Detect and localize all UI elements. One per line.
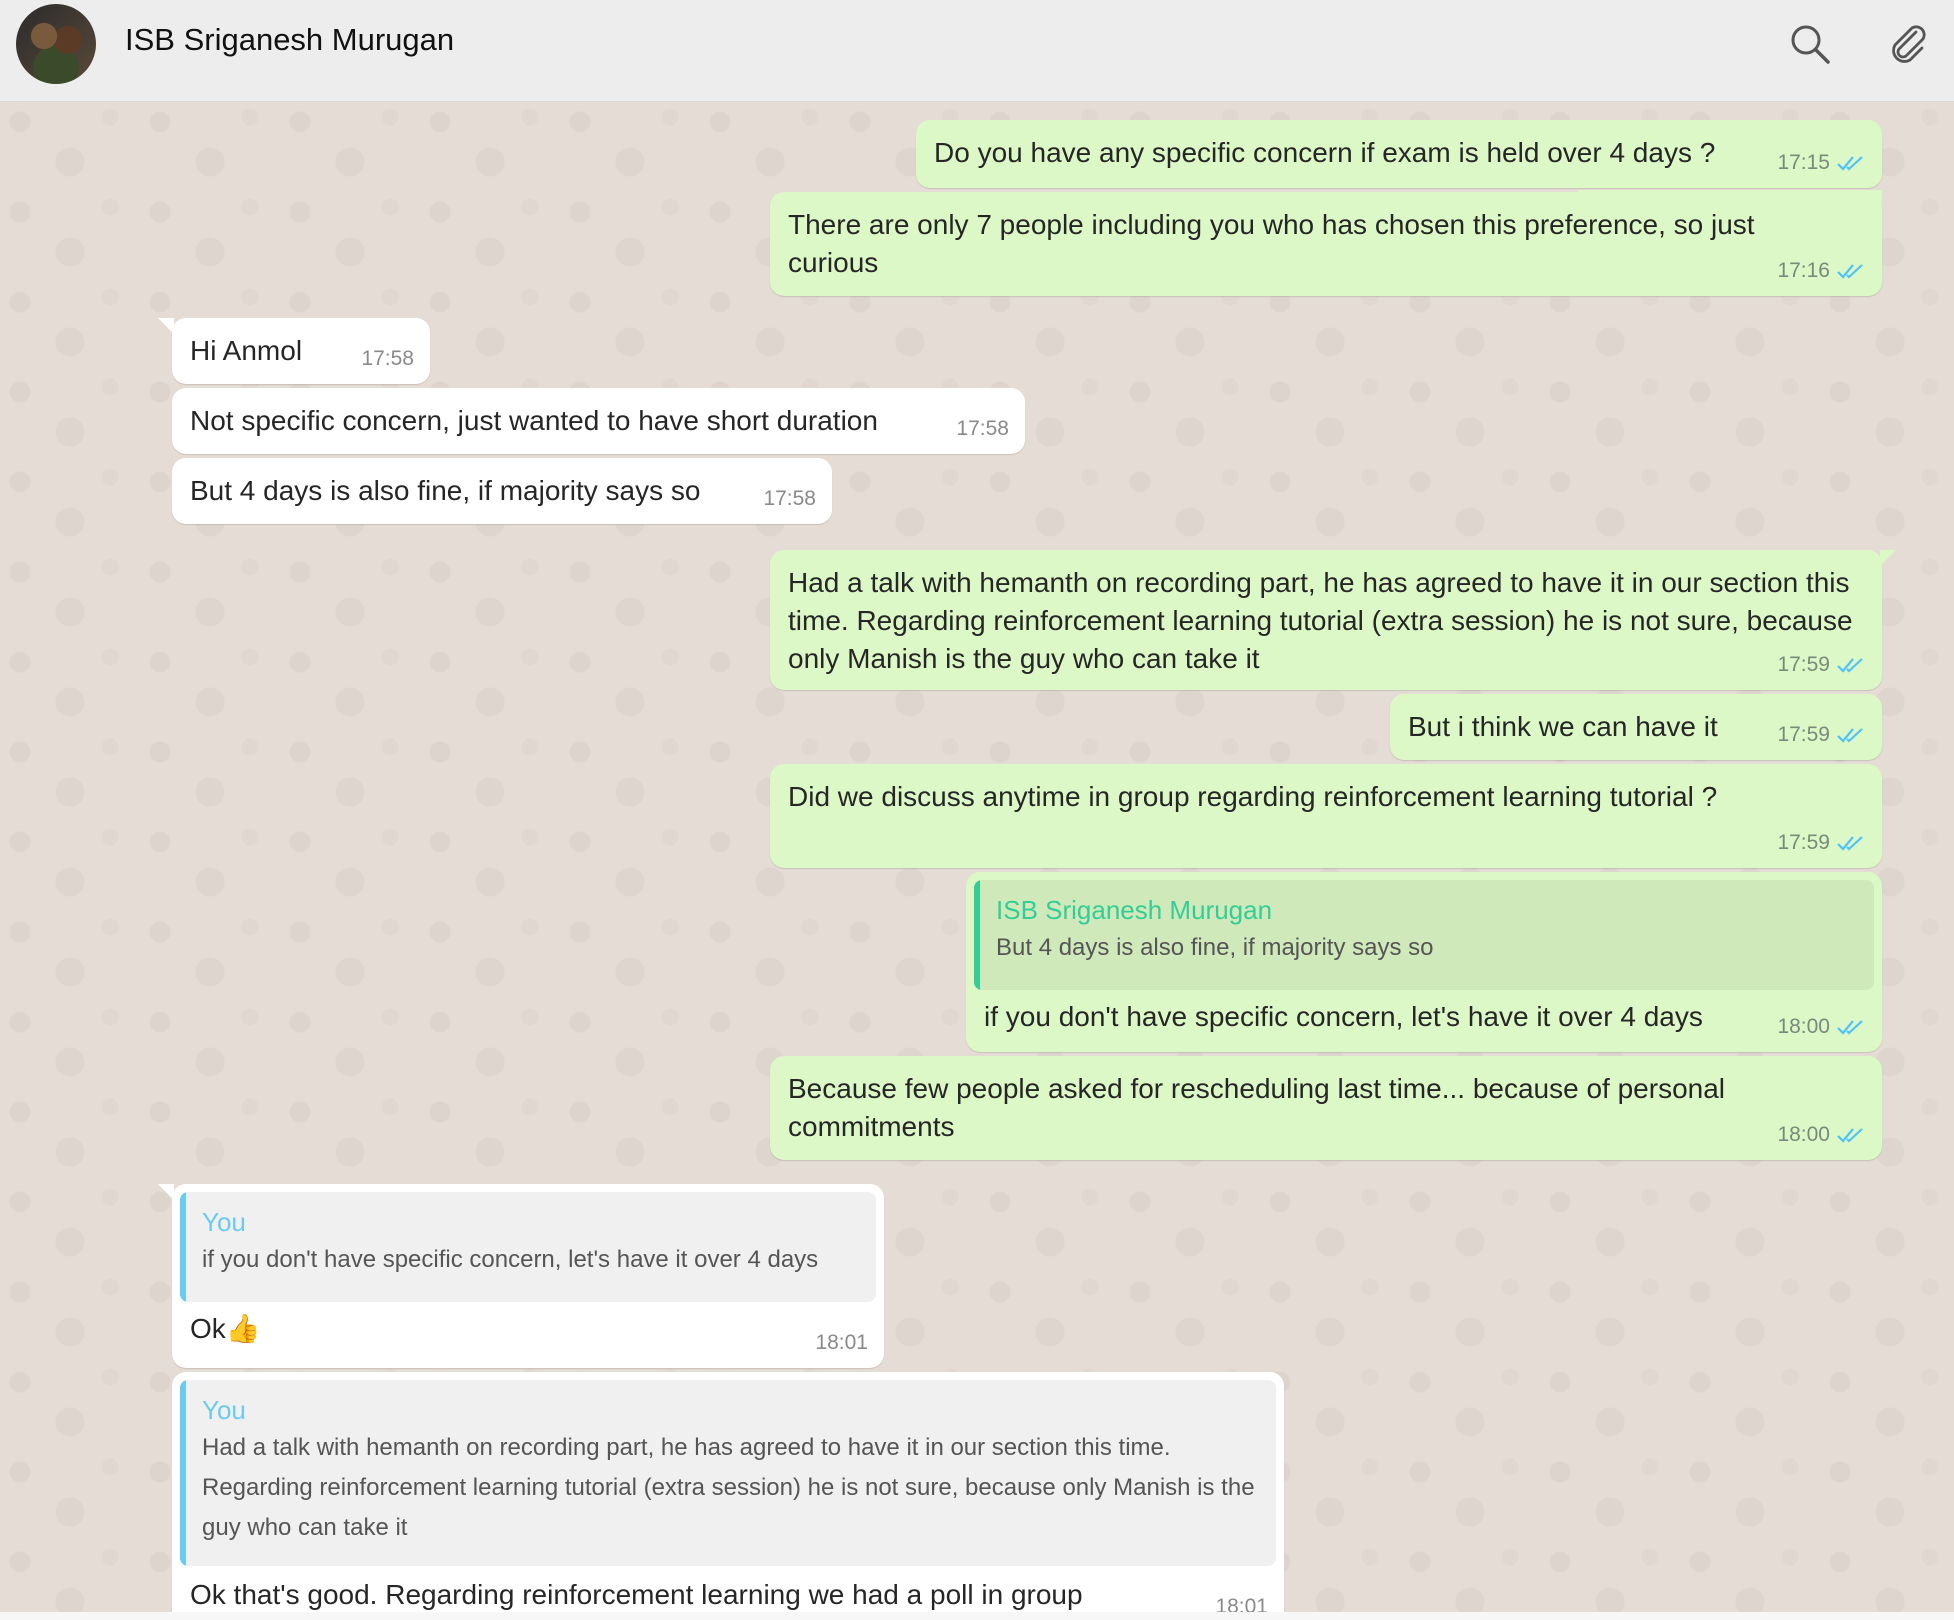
message-meta: 17:58 (956, 410, 1009, 448)
message-bubble-incoming[interactable]: Hi Anmol 17:58 (158, 318, 430, 384)
message-text: Had a talk with hemanth on recording par… (788, 567, 1853, 674)
read-ticks-icon (1837, 728, 1863, 743)
message-meta: 17:15 (1777, 144, 1866, 182)
message-text: Did we discuss anytime in group regardin… (788, 781, 1718, 812)
message-bubble-outgoing[interactable]: But i think we can have it 17:59 (1390, 694, 1882, 760)
message-time: 17:15 (1777, 151, 1830, 174)
contact-name[interactable]: ISB Sriganesh Murugan (125, 22, 454, 58)
read-ticks-icon (1837, 1020, 1863, 1035)
message-time: 17:16 (1777, 259, 1830, 282)
message-meta: 17:59 (1777, 646, 1866, 684)
bubble-tail (1880, 550, 1896, 566)
read-ticks-icon (1837, 1128, 1863, 1143)
message-meta: 17:58 (763, 480, 816, 518)
message-text: Not specific concern, just wanted to hav… (190, 405, 878, 436)
message-time: 18:00 (1777, 1123, 1830, 1146)
message-meta: 18:00 (1777, 1116, 1866, 1154)
message-time: 17:58 (956, 417, 1009, 440)
message-text: There are only 7 people including you wh… (788, 209, 1755, 278)
message-time: 17:58 (361, 347, 414, 370)
quoted-message[interactable]: You Had a talk with hemanth on recording… (180, 1380, 1276, 1566)
message-list[interactable]: Do you have any specific concern if exam… (0, 102, 1954, 1618)
message-bubble-outgoing[interactable]: Do you have any specific concern if exam… (916, 120, 1882, 188)
message-text: if you don't have specific concern, let'… (984, 1001, 1703, 1032)
bubble-tail (158, 318, 174, 334)
read-ticks-icon (1837, 156, 1863, 171)
quoted-message[interactable]: You if you don't have specific concern, … (180, 1192, 876, 1302)
message-text: Because few people asked for reschedulin… (788, 1073, 1726, 1142)
search-icon[interactable] (1788, 22, 1832, 66)
message-meta: 17:59 (1777, 824, 1866, 862)
message-meta: 17:16 (1777, 252, 1866, 290)
message-bubble-outgoing[interactable]: Did we discuss anytime in group regardin… (770, 764, 1882, 868)
message-bubble-outgoing[interactable]: Had a talk with hemanth on recording par… (770, 550, 1896, 690)
message-meta: 17:59 (1777, 716, 1866, 754)
message-text: Ok👍 (190, 1313, 261, 1344)
message-bubble-incoming-reply[interactable]: You if you don't have specific concern, … (158, 1184, 884, 1368)
message-meta: 18:00 (1777, 1008, 1866, 1046)
message-time: 17:58 (763, 487, 816, 510)
message-meta: 18:01 (815, 1324, 868, 1362)
message-bubble-outgoing-reply[interactable]: ISB Sriganesh Murugan But 4 days is also… (966, 872, 1882, 1052)
paperclip-icon[interactable] (1886, 22, 1930, 66)
composer-edge (0, 1612, 1954, 1620)
message-time: 17:59 (1777, 723, 1830, 746)
contact-avatar[interactable] (16, 4, 96, 84)
read-ticks-icon (1837, 264, 1863, 279)
message-bubble-incoming[interactable]: Not specific concern, just wanted to hav… (172, 388, 1025, 454)
message-bubble-incoming-reply[interactable]: You Had a talk with hemanth on recording… (172, 1372, 1284, 1618)
quoted-text: Had a talk with hemanth on recording par… (202, 1434, 1255, 1541)
bubble-tail (158, 1184, 174, 1200)
message-time: 17:59 (1777, 831, 1830, 854)
message-text: But 4 days is also fine, if majority say… (190, 475, 701, 506)
message-bubble-incoming[interactable]: But 4 days is also fine, if majority say… (172, 458, 832, 524)
quoted-author: You (202, 1207, 246, 1237)
message-bubble-outgoing[interactable]: There are only 7 people including you wh… (770, 192, 1882, 296)
message-meta: 17:58 (361, 340, 414, 378)
quoted-text: But 4 days is also fine, if majority say… (996, 934, 1434, 961)
message-time: 18:01 (815, 1331, 868, 1354)
message-time: 18:00 (1777, 1015, 1830, 1038)
read-ticks-icon (1837, 658, 1863, 673)
message-text: Do you have any specific concern if exam… (934, 137, 1716, 168)
quoted-message[interactable]: ISB Sriganesh Murugan But 4 days is also… (974, 880, 1874, 990)
message-text: Ok that's good. Regarding reinforcement … (190, 1579, 1083, 1610)
chat-header: ISB Sriganesh Murugan (0, 0, 1954, 102)
message-bubble-outgoing[interactable]: Because few people asked for reschedulin… (770, 1056, 1882, 1160)
quoted-author: You (202, 1395, 246, 1425)
message-time: 17:59 (1777, 653, 1830, 676)
quoted-text: if you don't have specific concern, let'… (202, 1246, 819, 1273)
quoted-author: ISB Sriganesh Murugan (996, 895, 1273, 925)
read-ticks-icon (1837, 836, 1863, 851)
